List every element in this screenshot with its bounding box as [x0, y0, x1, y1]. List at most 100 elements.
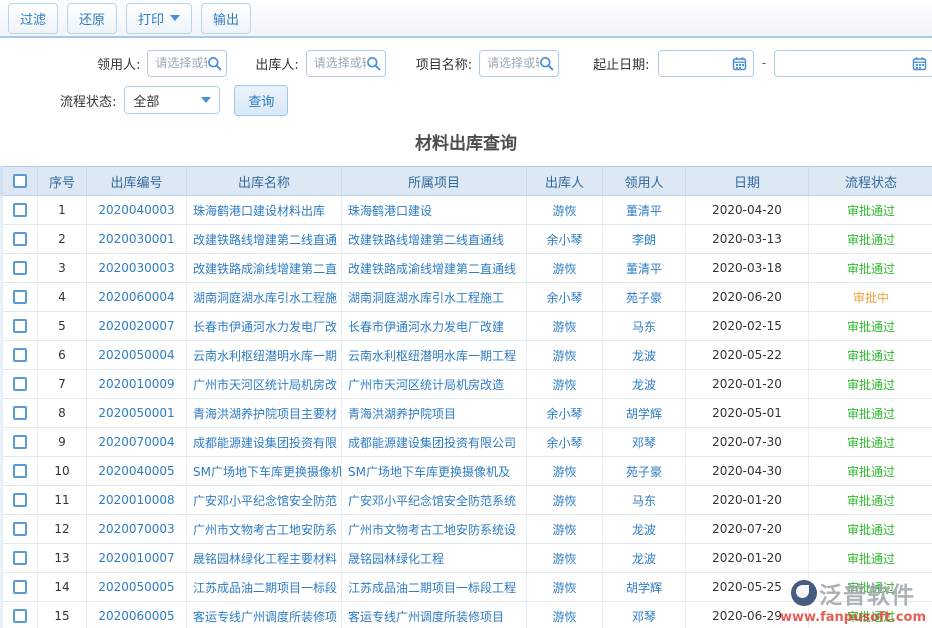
- cell-date: 2020-07-20: [686, 515, 809, 544]
- cell-recipient: 马东: [603, 486, 686, 515]
- select-all-checkbox[interactable]: [13, 174, 27, 188]
- recipient-input[interactable]: [155, 56, 207, 70]
- cell-name: 珠海鹤港口建设材料出库: [187, 196, 342, 225]
- search-icon[interactable]: [539, 56, 554, 71]
- outbound-name-link[interactable]: 广州市文物考古工地安防系: [193, 523, 337, 537]
- cell-issuer: 游恢: [527, 312, 603, 341]
- outbound-name-link[interactable]: 改建铁路线增建第二线直通: [193, 233, 337, 247]
- outbound-code-link[interactable]: 2020060005: [98, 609, 174, 623]
- outbound-code-link[interactable]: 2020040003: [98, 203, 174, 217]
- outbound-code-link[interactable]: 2020050004: [98, 348, 174, 362]
- outbound-code-link[interactable]: 2020030003: [98, 261, 174, 275]
- row-checkbox[interactable]: [13, 261, 27, 275]
- row-checkbox[interactable]: [13, 377, 27, 391]
- project-link[interactable]: 长春市伊通河水力发电厂改建: [348, 320, 504, 334]
- status-dropdown[interactable]: 全部: [124, 86, 220, 114]
- cell-recipient: 胡学辉: [603, 399, 686, 428]
- outbound-name-link[interactable]: 珠海鹤港口建设材料出库: [193, 204, 325, 218]
- project-name-input[interactable]: [487, 56, 539, 70]
- cell-project: 长春市伊通河水力发电厂改建: [342, 312, 527, 341]
- cell-status: 审批通过: [809, 370, 932, 399]
- start-date-input[interactable]: [582, 56, 732, 70]
- table-row: 82020050001青海洪湖养护院项目主要材青海洪湖养护院项目余小琴胡学辉20…: [2, 399, 932, 428]
- outbound-name-link[interactable]: 长春市伊通河水力发电厂改: [193, 320, 337, 334]
- row-checkbox[interactable]: [13, 464, 27, 478]
- row-checkbox[interactable]: [13, 348, 27, 362]
- project-link[interactable]: 改建铁路线增建第二线直通线: [348, 233, 504, 247]
- export-button[interactable]: 输出: [201, 3, 251, 34]
- row-checkbox[interactable]: [13, 203, 27, 217]
- row-checkbox-cell: [2, 341, 38, 370]
- outbound-code-link[interactable]: 2020040005: [98, 464, 174, 478]
- outbound-name-link[interactable]: SM广场地下车库更换摄像机: [193, 465, 342, 479]
- row-checkbox[interactable]: [13, 435, 27, 449]
- cell-name: 青海洪湖养护院项目主要材: [187, 399, 342, 428]
- row-checkbox[interactable]: [13, 580, 27, 594]
- query-button[interactable]: 查询: [234, 85, 288, 116]
- row-checkbox[interactable]: [13, 406, 27, 420]
- outbound-code-link[interactable]: 2020020007: [98, 319, 174, 333]
- outbound-code-link[interactable]: 2020010008: [98, 493, 174, 507]
- row-checkbox-cell: [2, 457, 38, 486]
- outbound-code-link[interactable]: 2020060004: [98, 290, 174, 304]
- column-header-6: 领用人: [603, 167, 686, 196]
- outbound-name-link[interactable]: 改建铁路成渝线增建第二直: [193, 262, 337, 276]
- outbound-code-link[interactable]: 2020070004: [98, 435, 174, 449]
- outbound-code-link[interactable]: 2020030001: [98, 232, 174, 246]
- row-checkbox[interactable]: [13, 493, 27, 507]
- project-link[interactable]: 湖南洞庭湖水库引水工程施工: [348, 291, 504, 305]
- project-link[interactable]: 珠海鹤港口建设: [348, 204, 432, 218]
- column-header-1: 序号: [38, 167, 87, 196]
- project-link[interactable]: 广州市天河区统计局机房改造: [348, 378, 504, 392]
- project-link[interactable]: 广州市文物考古工地安防系统设: [348, 523, 516, 537]
- row-checkbox[interactable]: [13, 522, 27, 536]
- cell-status: 审批通过: [809, 602, 932, 628]
- cell-project: SM广场地下车库更换摄像机及: [342, 457, 527, 486]
- outbound-code-link[interactable]: 2020050005: [98, 580, 174, 594]
- project-link[interactable]: 青海洪湖养护院项目: [348, 407, 456, 421]
- calendar-icon[interactable]: [912, 56, 927, 71]
- cell-date: 2020-05-22: [686, 341, 809, 370]
- project-link[interactable]: SM广场地下车库更换摄像机及: [348, 465, 510, 479]
- outbound-name-link[interactable]: 江苏成品油二期项目一标段: [193, 581, 337, 595]
- row-checkbox[interactable]: [13, 290, 27, 304]
- cell-issuer: 游恢: [527, 254, 603, 283]
- outbound-name-link[interactable]: 广安邓小平纪念馆安全防范: [193, 494, 337, 508]
- search-icon[interactable]: [207, 56, 222, 71]
- outbound-code-link[interactable]: 2020010007: [98, 551, 174, 565]
- project-link[interactable]: 江苏成品油二期项目一标段工程: [348, 581, 516, 595]
- row-checkbox[interactable]: [13, 232, 27, 246]
- outbound-name-link[interactable]: 客运专线广州调度所装修项: [193, 610, 337, 624]
- cell-project: 珠海鹤港口建设: [342, 196, 527, 225]
- cell-date: 2020-03-18: [686, 254, 809, 283]
- cell-date: 2020-01-20: [686, 486, 809, 515]
- project-link[interactable]: 客运专线广州调度所装修项目: [348, 610, 504, 624]
- search-icon[interactable]: [366, 56, 381, 71]
- project-link[interactable]: 广安邓小平纪念馆安全防范系统: [348, 494, 516, 508]
- outbound-name-link[interactable]: 晟铭园林绿化工程主要材料: [193, 552, 337, 566]
- restore-button[interactable]: 还原: [67, 3, 117, 34]
- outbound-name-link[interactable]: 青海洪湖养护院项目主要材: [193, 407, 337, 421]
- issuer-input[interactable]: [314, 56, 366, 70]
- calendar-icon[interactable]: [732, 56, 747, 71]
- row-checkbox[interactable]: [13, 319, 27, 333]
- outbound-code-link[interactable]: 2020050001: [98, 406, 174, 420]
- row-checkbox[interactable]: [13, 551, 27, 565]
- outbound-name-link[interactable]: 广州市天河区统计局机房改: [193, 378, 337, 392]
- project-link[interactable]: 云南水利枢纽潜明水库一期工程: [348, 349, 516, 363]
- table-row: 62020050004云南水利枢纽潜明水库一期云南水利枢纽潜明水库一期工程游恢龙…: [2, 341, 932, 370]
- outbound-name-link[interactable]: 云南水利枢纽潜明水库一期: [193, 349, 337, 363]
- project-link[interactable]: 改建铁路成渝线增建第二直通线: [348, 262, 516, 276]
- row-checkbox[interactable]: [13, 609, 27, 623]
- end-date-input[interactable]: [762, 56, 912, 70]
- cell-date: 2020-04-20: [686, 196, 809, 225]
- outbound-name-link[interactable]: 成都能源建设集团投资有限: [193, 436, 337, 450]
- cell-issuer: 游恢: [527, 457, 603, 486]
- outbound-code-link[interactable]: 2020010009: [98, 377, 174, 391]
- project-link[interactable]: 晟铭园林绿化工程: [348, 552, 444, 566]
- outbound-name-link[interactable]: 湖南洞庭湖水库引水工程施: [193, 291, 337, 305]
- filter-button[interactable]: 过滤: [8, 3, 58, 34]
- project-link[interactable]: 成都能源建设集团投资有限公司: [348, 436, 516, 450]
- outbound-code-link[interactable]: 2020070003: [98, 522, 174, 536]
- print-button[interactable]: 打印: [126, 3, 192, 34]
